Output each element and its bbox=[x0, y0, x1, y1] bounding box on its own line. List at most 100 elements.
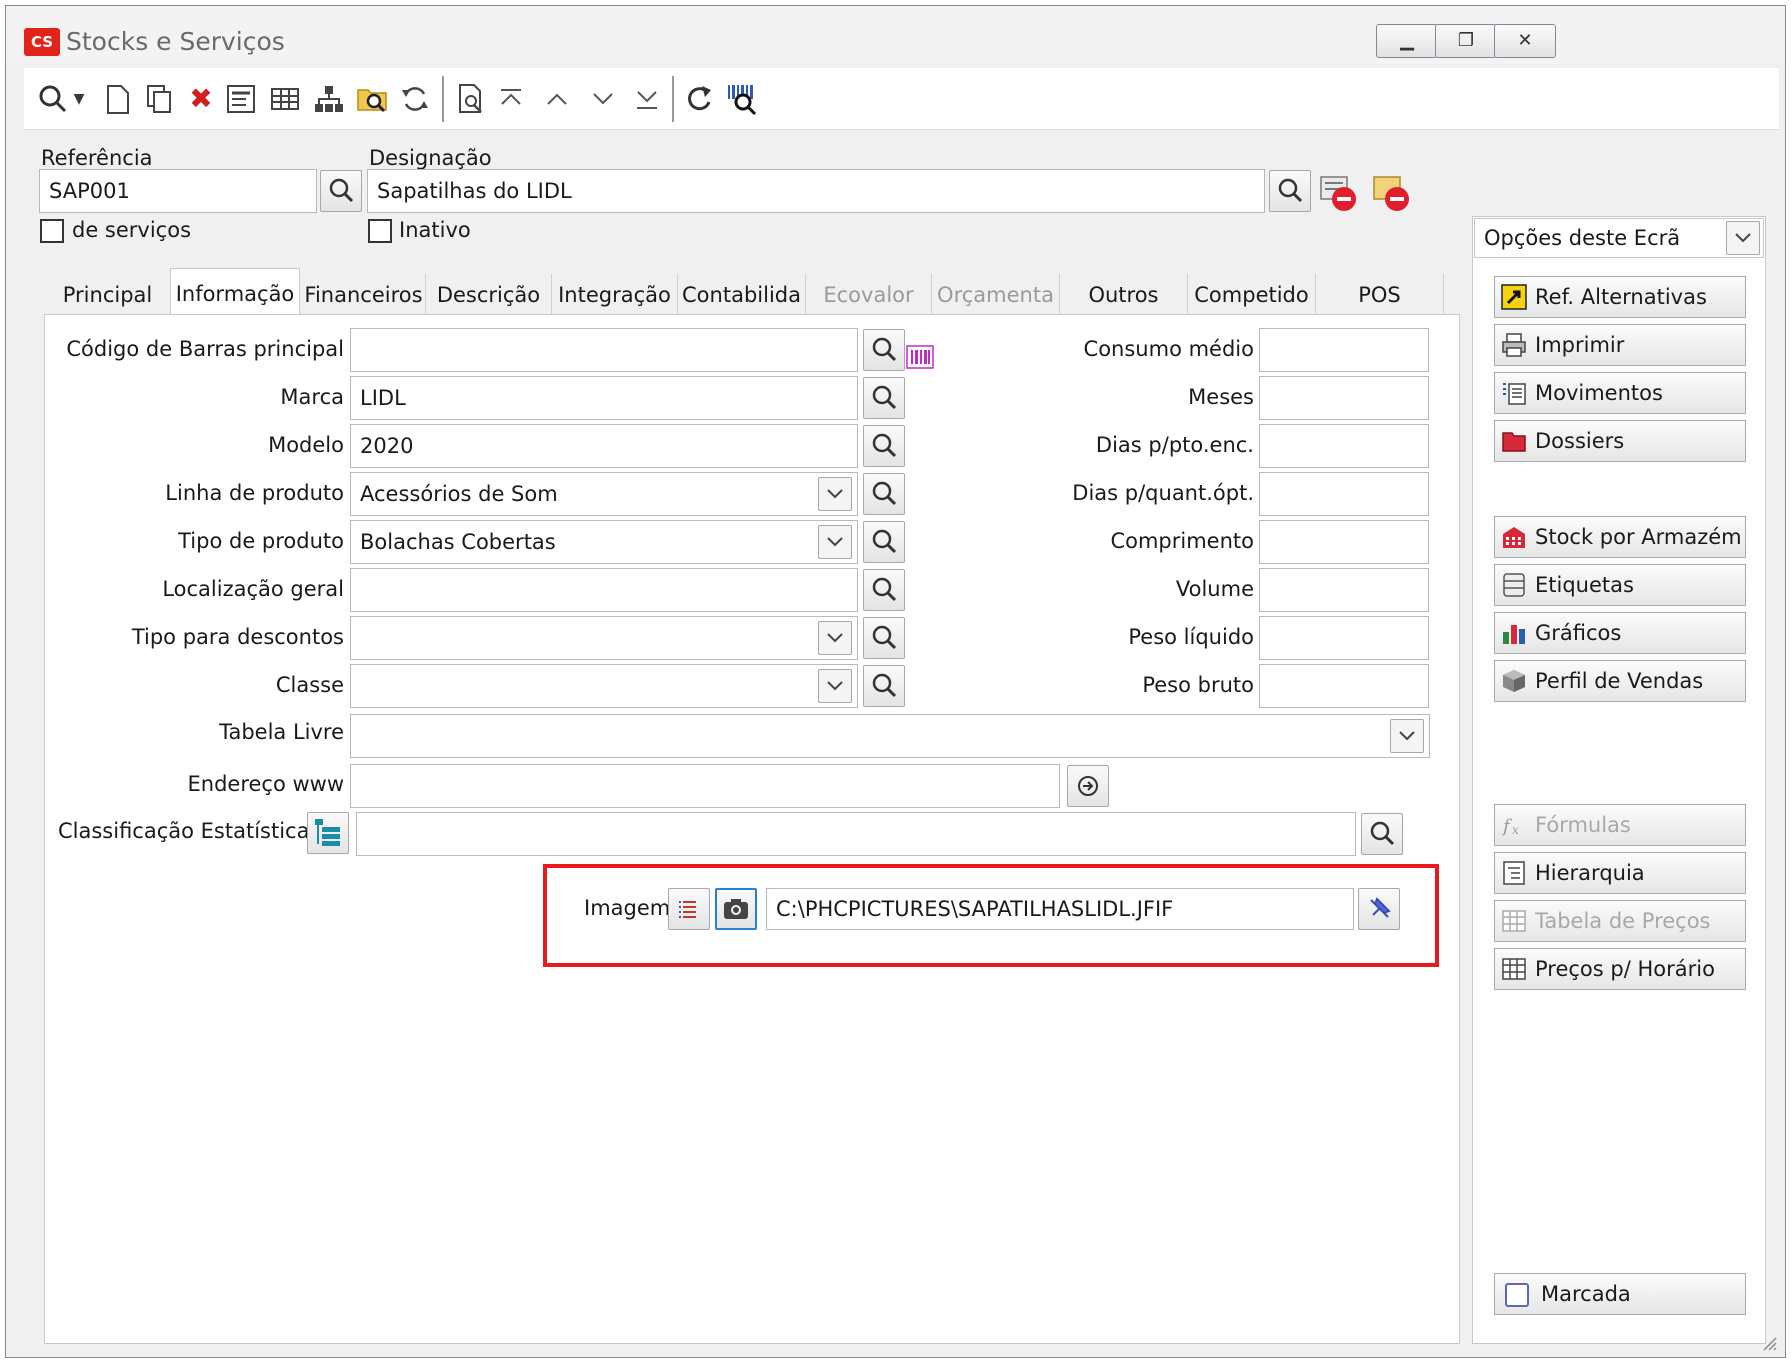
camera-icon bbox=[724, 899, 748, 919]
table-icon[interactable] bbox=[266, 80, 304, 118]
stock-por-armazem-button[interactable]: Stock por Armazém bbox=[1494, 516, 1746, 558]
tabela-livre-dropdown[interactable] bbox=[1390, 719, 1424, 753]
dropdown-icon[interactable]: ▼ bbox=[68, 80, 90, 118]
search-icon[interactable] bbox=[34, 80, 72, 118]
close-button[interactable]: ✕ bbox=[1494, 24, 1556, 58]
next-icon[interactable] bbox=[584, 80, 622, 118]
classe-search-button[interactable] bbox=[863, 665, 905, 707]
barcode-icon[interactable] bbox=[906, 344, 934, 370]
dias-p-quant-opt-label: Dias p/quant.ópt. bbox=[1072, 481, 1254, 505]
classificacao-tree-button[interactable] bbox=[307, 812, 349, 854]
minimize-button[interactable]: ▁ bbox=[1376, 24, 1438, 58]
folder-search-icon[interactable] bbox=[354, 80, 392, 118]
folder-icon bbox=[1501, 428, 1527, 454]
ref-alternativas-button[interactable]: Ref. Alternativas bbox=[1494, 276, 1746, 318]
marca-field[interactable]: LIDL bbox=[350, 376, 858, 420]
last-icon[interactable] bbox=[628, 80, 666, 118]
ref-alternativas-label: Ref. Alternativas bbox=[1535, 285, 1707, 309]
meses-field[interactable] bbox=[1259, 376, 1429, 420]
hierarchy-icon[interactable] bbox=[310, 80, 348, 118]
tab-descricao[interactable]: Descrição bbox=[426, 274, 552, 316]
volume-field[interactable] bbox=[1259, 568, 1429, 612]
marca-search-button[interactable] bbox=[863, 377, 905, 419]
clear-filter-icon[interactable] bbox=[1318, 174, 1360, 214]
peso-liquido-field[interactable] bbox=[1259, 616, 1429, 660]
imagem-list-button[interactable] bbox=[668, 888, 710, 930]
classificacao-search-button[interactable] bbox=[1361, 813, 1403, 855]
dossiers-button[interactable]: Dossiers bbox=[1494, 420, 1746, 462]
codigo-de-barras-principal-search-button[interactable] bbox=[863, 329, 905, 371]
endereco-field[interactable] bbox=[350, 764, 1060, 808]
maximize-button[interactable]: ❐ bbox=[1435, 24, 1497, 58]
referencia-field[interactable]: SAP001 bbox=[39, 169, 317, 213]
localizacao-geral-field[interactable] bbox=[350, 568, 858, 612]
open-url-button[interactable] bbox=[1067, 765, 1109, 807]
hierarchy-icon bbox=[1501, 860, 1527, 886]
classe-field[interactable] bbox=[350, 664, 858, 708]
barcode-search-icon[interactable] bbox=[724, 80, 762, 118]
classe-dropdown[interactable] bbox=[818, 669, 852, 703]
tabela-livre-field[interactable] bbox=[350, 714, 1430, 758]
tab-principal[interactable]: Principal bbox=[44, 274, 172, 316]
tab-informacao[interactable]: Informação bbox=[170, 268, 300, 318]
perfil-de-vendas-button[interactable]: Perfil de Vendas bbox=[1494, 660, 1746, 702]
codigo-de-barras-principal-field[interactable] bbox=[350, 328, 858, 372]
hierarquia-button[interactable]: Hierarquia bbox=[1494, 852, 1746, 894]
designacao-search-button[interactable] bbox=[1269, 170, 1311, 212]
precos-p-horario-button[interactable]: Preços p/ Horário bbox=[1494, 948, 1746, 990]
linha-de-produto-dropdown[interactable] bbox=[818, 477, 852, 511]
etiquetas-button[interactable]: Etiquetas bbox=[1494, 564, 1746, 606]
new-document-icon[interactable] bbox=[98, 80, 136, 118]
tab-contabilida[interactable]: Contabilida bbox=[678, 274, 806, 316]
graficos-button[interactable]: Gráficos bbox=[1494, 612, 1746, 654]
tipo-de-produto-search-button[interactable] bbox=[863, 521, 905, 563]
tipo-de-produto-field[interactable]: Bolachas Cobertas bbox=[350, 520, 858, 564]
linha-de-produto-search-button[interactable] bbox=[863, 473, 905, 515]
tab-outros[interactable]: Outros bbox=[1060, 274, 1188, 316]
arrow-circle-icon bbox=[1078, 776, 1098, 796]
refresh-icon[interactable] bbox=[396, 80, 434, 118]
inativo-checkbox[interactable] bbox=[368, 219, 392, 243]
tab-pos[interactable]: POS bbox=[1316, 274, 1444, 316]
opcoes-dropdown[interactable] bbox=[1726, 221, 1760, 255]
tipo-para-descontos-search-button[interactable] bbox=[863, 617, 905, 659]
tipo-para-descontos-dropdown[interactable] bbox=[818, 621, 852, 655]
tab-integracao[interactable]: Integração bbox=[552, 274, 678, 316]
localizacao-geral-search-button[interactable] bbox=[863, 569, 905, 611]
peso-bruto-field[interactable] bbox=[1259, 664, 1429, 708]
classificacao-field[interactable] bbox=[356, 812, 1356, 856]
referencia-search-button[interactable] bbox=[320, 170, 362, 212]
svg-text:x: x bbox=[1512, 823, 1519, 837]
modelo-search-button[interactable] bbox=[863, 425, 905, 467]
tab-financeiros[interactable]: Financeiros bbox=[302, 274, 426, 316]
modelo-field[interactable]: 2020 bbox=[350, 424, 858, 468]
tab-competido[interactable]: Competido bbox=[1188, 274, 1316, 316]
first-icon[interactable] bbox=[492, 80, 530, 118]
linha-de-produto-field[interactable]: Acessórios de Som bbox=[350, 472, 858, 516]
movimentos-button[interactable]: Movimentos bbox=[1494, 372, 1746, 414]
marcada-toggle[interactable]: Marcada bbox=[1494, 1273, 1746, 1315]
servicos-checkbox[interactable] bbox=[40, 219, 64, 243]
comprimento-field[interactable] bbox=[1259, 520, 1429, 564]
list-icon[interactable] bbox=[222, 80, 260, 118]
preview-icon[interactable] bbox=[452, 80, 490, 118]
reload-icon[interactable] bbox=[680, 80, 718, 118]
copy-icon[interactable] bbox=[140, 80, 178, 118]
resize-grip-icon[interactable] bbox=[1758, 1332, 1778, 1352]
imagem-pin-button[interactable] bbox=[1358, 888, 1400, 930]
tipo-de-produto-dropdown[interactable] bbox=[818, 525, 852, 559]
graficos-label: Gráficos bbox=[1535, 621, 1622, 645]
remove-icon[interactable] bbox=[1371, 174, 1413, 214]
designacao-field[interactable]: Sapatilhas do LIDL bbox=[367, 169, 1265, 213]
previous-icon[interactable] bbox=[538, 80, 576, 118]
dias-p-quant-opt-field[interactable] bbox=[1259, 472, 1429, 516]
consumo-medio-field[interactable] bbox=[1259, 328, 1429, 372]
delete-icon[interactable]: ✖ bbox=[182, 80, 220, 118]
tipo-para-descontos-field[interactable] bbox=[350, 616, 858, 660]
imagem-camera-button[interactable] bbox=[715, 888, 757, 930]
imprimir-button[interactable]: Imprimir bbox=[1494, 324, 1746, 366]
toolbar: ▼ ✖ bbox=[24, 68, 1779, 130]
imagem-path-field[interactable]: C:\PHCPICTURES\SAPATILHASLIDL.JFIF bbox=[766, 888, 1354, 930]
opcoes-select[interactable]: Opções deste Ecrã bbox=[1474, 218, 1764, 258]
dias-p-pto-enc-field[interactable] bbox=[1259, 424, 1429, 468]
